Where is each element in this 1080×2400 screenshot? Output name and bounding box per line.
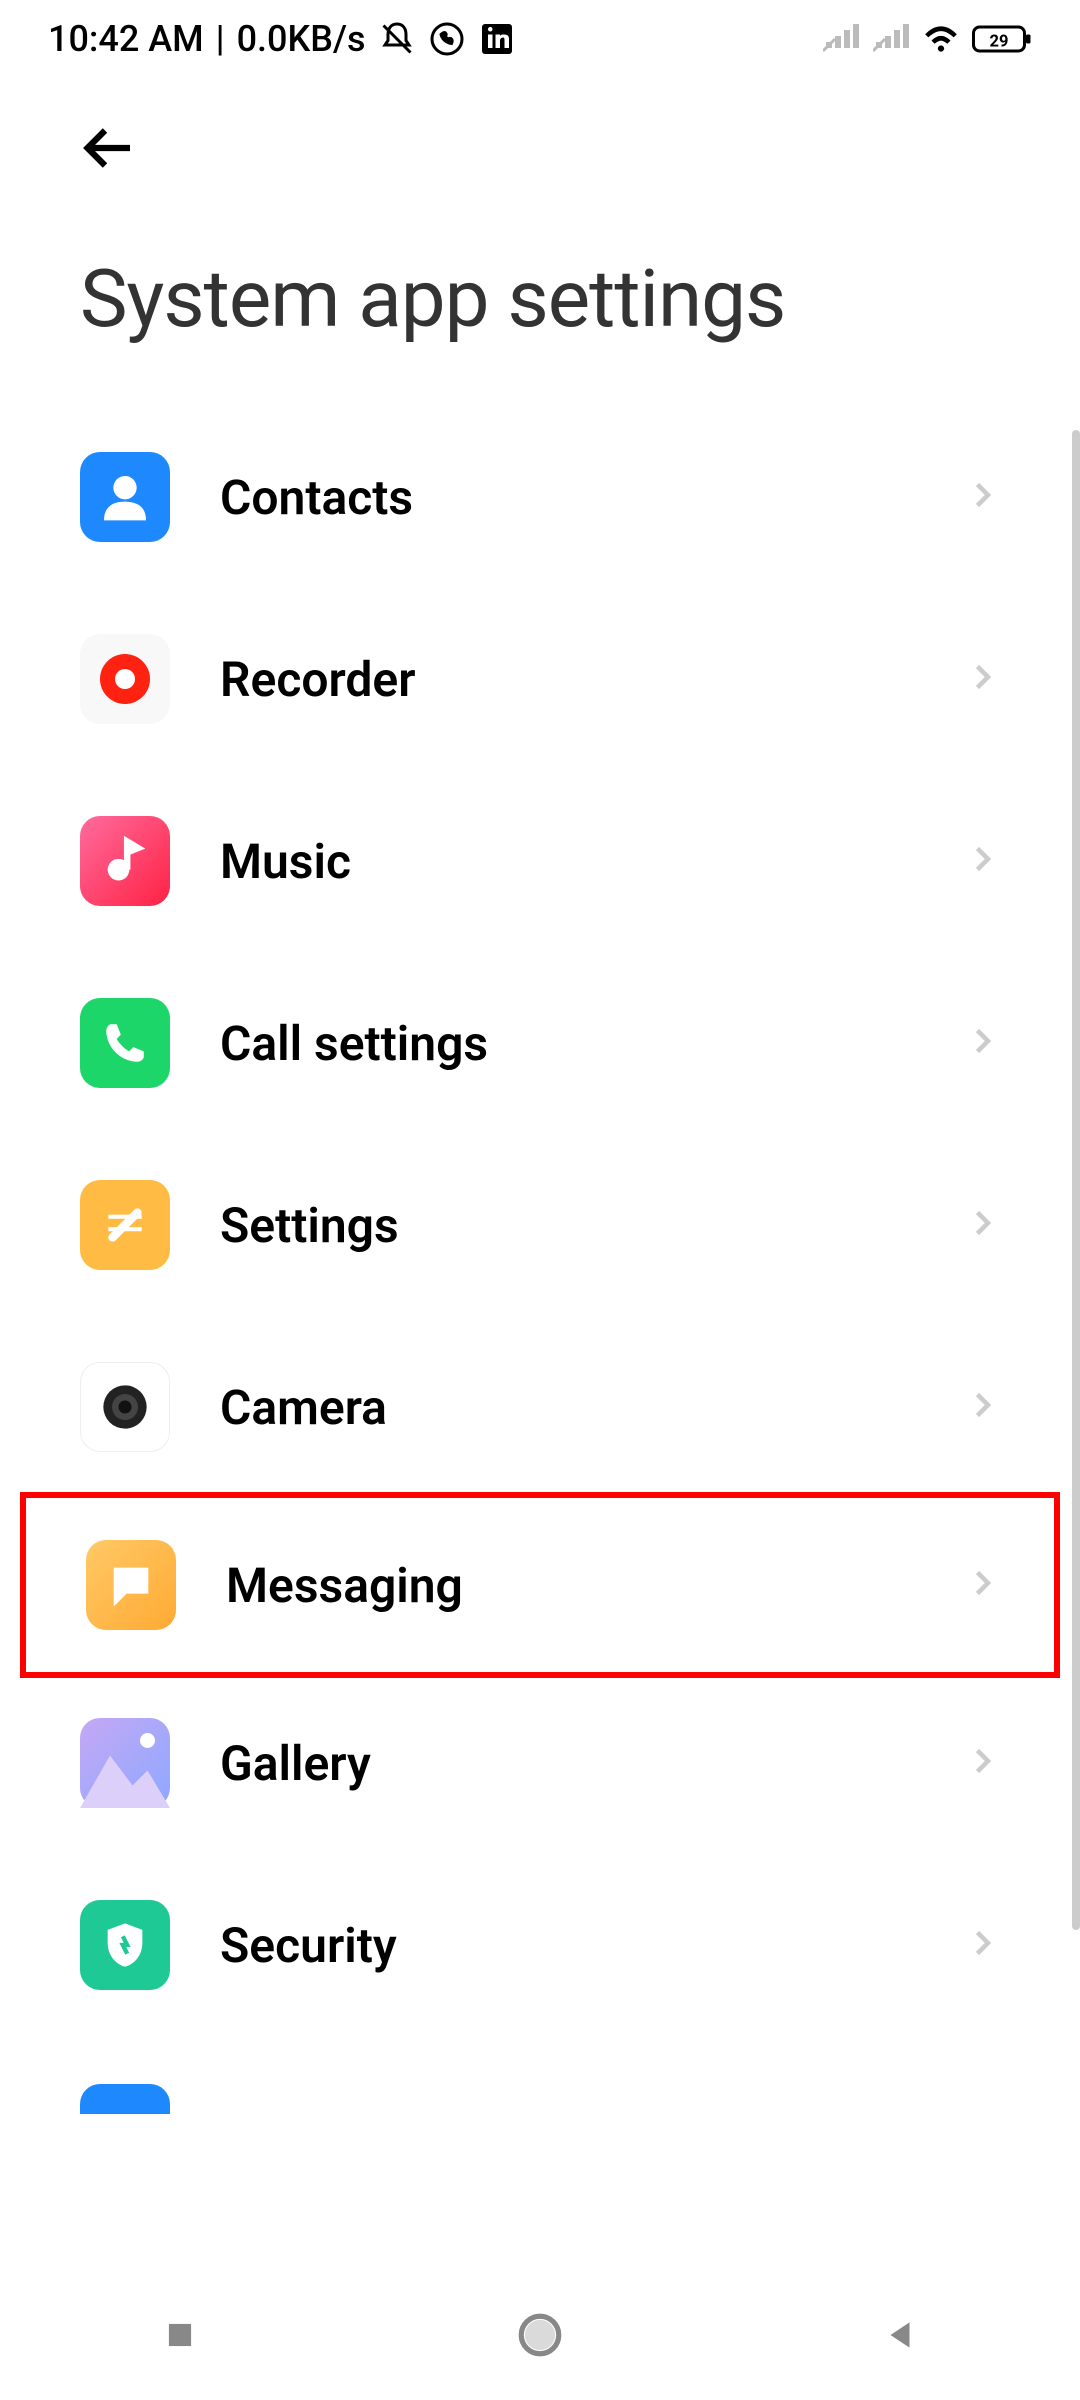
item-label: Music	[220, 833, 964, 890]
signal-1-icon	[822, 20, 860, 58]
item-label: Gallery	[220, 1735, 964, 1792]
sidebar-item-messaging[interactable]: Messaging	[20, 1492, 1060, 1678]
item-label: Recorder	[220, 651, 964, 708]
signal-2-icon	[872, 20, 910, 58]
status-time: 10:42 AM	[48, 18, 204, 60]
item-label: Camera	[220, 1379, 964, 1436]
nav-home-button[interactable]	[515, 2310, 565, 2360]
item-label: Contacts	[220, 469, 964, 526]
chevron-right-icon	[964, 477, 1000, 517]
camera-icon	[80, 1362, 170, 1452]
chevron-right-icon	[964, 841, 1000, 881]
sidebar-item-partial[interactable]	[0, 2036, 1080, 2116]
status-separator: |	[216, 18, 225, 60]
whatsapp-icon	[428, 20, 466, 58]
square-icon	[161, 2316, 199, 2354]
dnd-icon	[378, 20, 416, 58]
battery-icon: 29	[972, 20, 1032, 58]
triangle-left-icon	[881, 2316, 919, 2354]
status-data-rate: 0.0KB/s	[237, 18, 366, 60]
chevron-right-icon	[964, 1205, 1000, 1245]
scroll-indicator[interactable]	[1072, 430, 1080, 1930]
circle-icon	[515, 2310, 565, 2360]
contacts-icon	[80, 452, 170, 542]
sidebar-item-call-settings[interactable]: Call settings	[0, 952, 1080, 1134]
svg-text:29: 29	[990, 33, 1009, 52]
chevron-right-icon	[964, 1023, 1000, 1063]
item-label: Messaging	[226, 1557, 964, 1614]
sidebar-item-settings[interactable]: Settings	[0, 1134, 1080, 1316]
page-title: System app settings	[0, 182, 1080, 406]
back-button[interactable]	[0, 78, 1080, 182]
status-bar: 10:42 AM | 0.0KB/s 29	[0, 0, 1080, 78]
music-icon	[80, 816, 170, 906]
messaging-icon	[86, 1540, 176, 1630]
sidebar-item-recorder[interactable]: Recorder	[0, 588, 1080, 770]
wifi-icon	[922, 20, 960, 58]
chevron-right-icon	[964, 1565, 1000, 1605]
chevron-right-icon	[964, 1387, 1000, 1427]
nav-bar	[0, 2270, 1080, 2400]
recorder-icon	[80, 634, 170, 724]
sidebar-item-camera[interactable]: Camera	[0, 1316, 1080, 1498]
chevron-right-icon	[964, 1743, 1000, 1783]
nav-back-button[interactable]	[875, 2310, 925, 2360]
sidebar-item-security[interactable]: Security	[0, 1854, 1080, 2036]
status-right: 29	[822, 20, 1032, 58]
call-settings-icon	[80, 998, 170, 1088]
chevron-right-icon	[964, 659, 1000, 699]
arrow-left-icon	[80, 118, 140, 178]
nav-recents-button[interactable]	[155, 2310, 205, 2360]
settings-icon	[80, 1180, 170, 1270]
security-icon	[80, 1900, 170, 1990]
item-label: Settings	[220, 1197, 964, 1254]
linkedin-icon	[478, 20, 516, 58]
item-label: Call settings	[220, 1015, 964, 1072]
settings-list: Contacts Recorder Music Call settings	[0, 406, 1080, 2116]
sidebar-item-music[interactable]: Music	[0, 770, 1080, 952]
chevron-right-icon	[964, 1925, 1000, 1965]
sidebar-item-contacts[interactable]: Contacts	[0, 406, 1080, 588]
sidebar-item-gallery[interactable]: Gallery	[0, 1672, 1080, 1854]
item-label: Security	[220, 1917, 964, 1974]
status-left: 10:42 AM | 0.0KB/s	[48, 18, 516, 60]
gallery-icon	[80, 1718, 170, 1808]
partial-icon	[80, 2084, 170, 2114]
